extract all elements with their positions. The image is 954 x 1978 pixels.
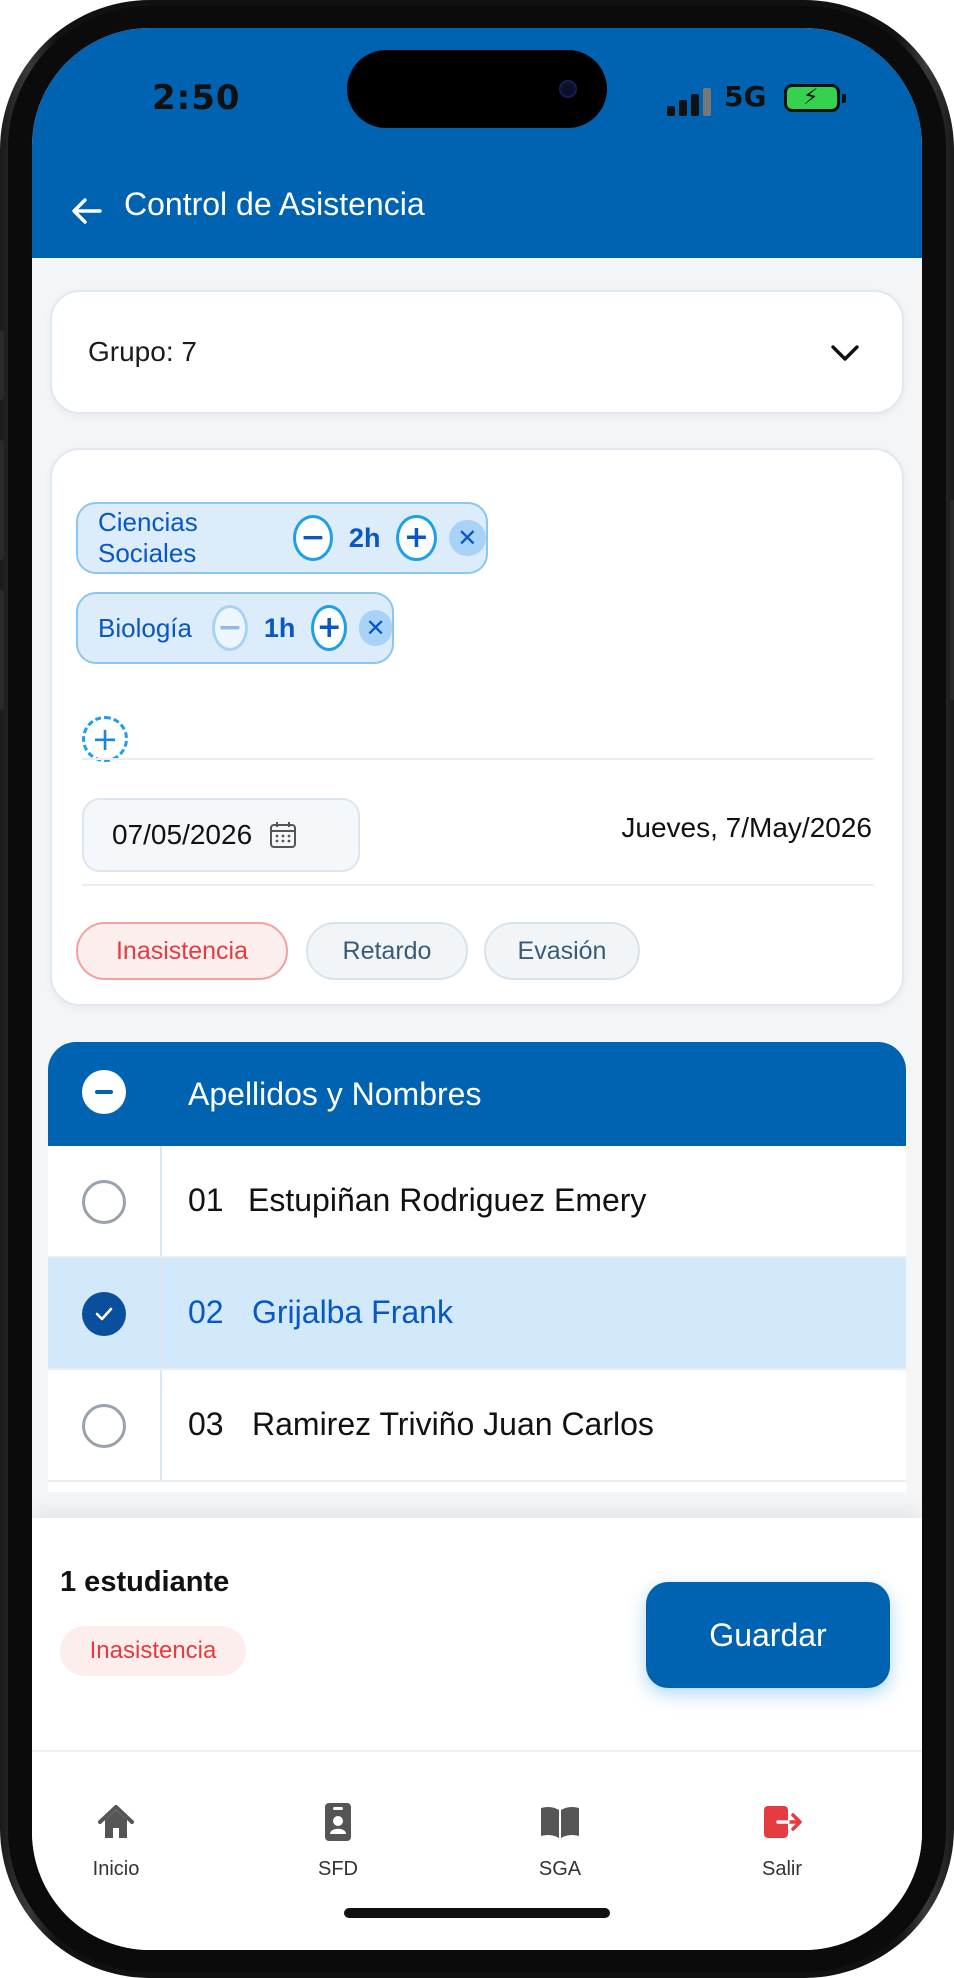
subject-hours: 2h: [348, 522, 381, 553]
date-picker-field[interactable]: 07/05/2026: [82, 798, 360, 872]
table-row[interactable]: 03 Ramirez Triviño Juan Carlos: [48, 1370, 906, 1482]
selected-count: 1 estudiante: [60, 1566, 230, 1598]
logout-icon: [764, 1806, 802, 1838]
page-title: Control de Asistencia: [124, 186, 425, 222]
row-number: 01: [188, 1182, 224, 1218]
summary-bar: 1 estudiante Inasistencia Guardar: [32, 1518, 922, 1750]
subject-name: Biología: [98, 612, 192, 643]
table-row[interactable]: 01 Estupiñan Rodriguez Emery: [48, 1146, 906, 1258]
volume-up-button: [0, 440, 4, 560]
book-icon: [541, 1806, 579, 1838]
group-selector[interactable]: Grupo: 7: [50, 290, 904, 414]
battery-icon: ⚡: [784, 84, 846, 112]
table-header: Apellidos y Nombres: [48, 1042, 906, 1146]
nav-item-sfd[interactable]: SFD: [268, 1800, 408, 1881]
row-student-name: Estupiñan Rodriguez Emery: [248, 1182, 647, 1218]
remove-subject-button[interactable]: ✕: [448, 520, 486, 556]
decrease-hours-button[interactable]: −: [292, 515, 333, 561]
date-long-label: Jueves, 7/May/2026: [621, 812, 872, 843]
charging-bolt-icon: ⚡: [803, 85, 819, 110]
home-icon: [98, 1805, 134, 1838]
attendance-type-evasion[interactable]: Evasión: [484, 922, 640, 980]
row-checkbox[interactable]: [82, 1180, 126, 1224]
phone-frame: 2:50 5G ⚡ Control de Asistencia Grupo: 7: [0, 0, 954, 1978]
toggle-all-checkbox[interactable]: [82, 1070, 126, 1114]
row-number: 03: [188, 1406, 224, 1442]
summary-attendance-type: Inasistencia: [60, 1626, 246, 1676]
increase-hours-button[interactable]: +: [396, 515, 437, 561]
status-time: 2:50: [152, 78, 241, 118]
id-badge-icon: [325, 1803, 351, 1841]
nav-item-sga[interactable]: SGA: [490, 1800, 630, 1881]
subject-chip: Ciencias Sociales − 2h + ✕: [76, 502, 488, 574]
row-checkbox[interactable]: [82, 1292, 126, 1336]
row-check-cell: [48, 1370, 162, 1480]
subject-card: Ciencias Sociales − 2h + ✕ Biología − 1h…: [50, 448, 904, 1006]
nav-label: Inicio: [92, 1858, 140, 1880]
row-checkbox[interactable]: [82, 1404, 126, 1448]
mute-switch: [0, 330, 4, 400]
row-student-name: Ramirez Triviño Juan Carlos: [252, 1406, 654, 1442]
table-header-label: Apellidos y Nombres: [188, 1076, 482, 1112]
nav-label: Salir: [761, 1858, 802, 1880]
decrease-hours-button[interactable]: −: [211, 605, 248, 651]
chevron-down-icon: [831, 345, 859, 361]
attendance-type-retardo[interactable]: Retardo: [306, 922, 468, 980]
screen: 2:50 5G ⚡ Control de Asistencia Grupo: 7: [32, 28, 922, 1950]
divider: [82, 758, 874, 760]
group-selector-label: Grupo: 7: [88, 336, 197, 367]
back-arrow-icon[interactable]: [70, 194, 104, 228]
camera-icon: [559, 80, 577, 98]
student-table: Apellidos y Nombres 01 Estupiñan Rodrigu…: [48, 1042, 906, 1492]
app-header: 2:50 5G ⚡ Control de Asistencia: [32, 28, 922, 258]
attendance-type-inasistencia[interactable]: Inasistencia: [76, 922, 288, 980]
increase-hours-button[interactable]: +: [311, 605, 348, 651]
signal-icon: [667, 86, 715, 116]
row-check-cell: [48, 1146, 162, 1256]
nav-item-inicio[interactable]: Inicio: [46, 1800, 186, 1881]
nav-label: SFD: [318, 1858, 358, 1880]
save-button[interactable]: Guardar: [646, 1582, 890, 1688]
bottom-nav: Inicio SFD SGA Salir: [32, 1750, 922, 1950]
table-row[interactable]: 02 Grijalba Frank: [48, 1258, 906, 1370]
network-label: 5G: [724, 80, 767, 113]
row-number: 02: [188, 1294, 224, 1330]
power-button: [950, 500, 954, 700]
row-student-name: Grijalba Frank: [252, 1294, 453, 1330]
divider: [82, 884, 874, 886]
nav-item-salir[interactable]: Salir: [712, 1800, 852, 1881]
calendar-icon[interactable]: [268, 820, 298, 850]
add-subject-button[interactable]: +: [82, 716, 128, 762]
subject-hours: 1h: [263, 612, 296, 643]
subject-chip: Biología − 1h + ✕: [76, 592, 394, 664]
check-icon: [95, 1307, 113, 1321]
home-indicator: [344, 1908, 610, 1918]
date-value: 07/05/2026: [112, 819, 253, 850]
volume-down-button: [0, 590, 4, 710]
row-check-cell: [48, 1258, 162, 1368]
dynamic-island: [347, 50, 607, 128]
remove-subject-button[interactable]: ✕: [359, 610, 392, 646]
nav-label: SGA: [538, 1858, 582, 1880]
subject-name: Ciencias Sociales: [98, 507, 198, 568]
